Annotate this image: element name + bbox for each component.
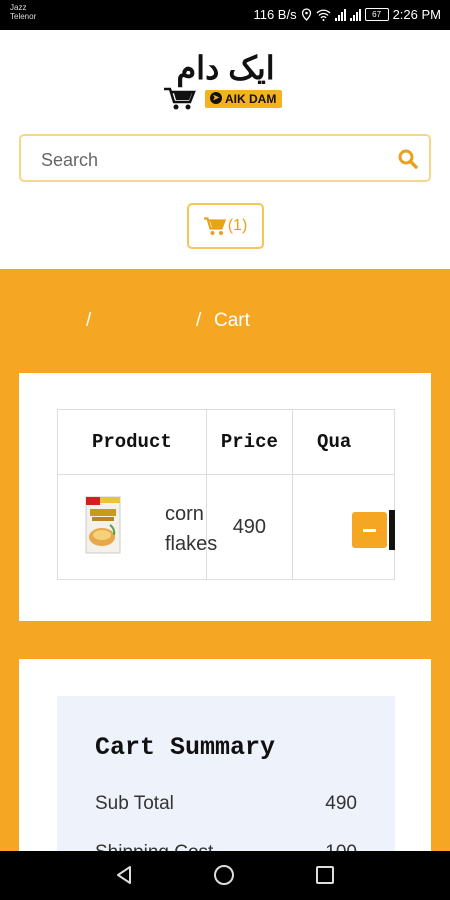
cart-summary-card: Cart Summary Sub Total 490 Shipping Cost… — [19, 659, 431, 876]
summary-title: Cart Summary — [95, 733, 276, 762]
carrier-telenor: Telenor — [10, 12, 37, 21]
decrease-quantity-button[interactable] — [352, 512, 387, 548]
product-thumbnail[interactable] — [84, 495, 122, 557]
network-speed: 116 B/s — [253, 7, 297, 22]
carrier-label: Jazz Telenor — [10, 3, 36, 21]
cart-table-card: Product Price Qua 490 corn flakes — [19, 373, 431, 621]
cursor-icon: ➤ — [210, 92, 222, 104]
signal-icon — [349, 8, 361, 21]
breadcrumb-current: Cart — [214, 310, 250, 331]
quantity-input[interactable] — [389, 510, 395, 550]
table-header-row: Product Price Qua — [57, 409, 395, 475]
column-header-price: Price — [205, 409, 294, 475]
carrier-jazz: Jazz — [10, 3, 27, 12]
logo-urdu-text: ایک دام — [176, 50, 275, 86]
system-nav-bar — [0, 851, 450, 900]
cart-icon — [203, 216, 226, 235]
sub-total-value: 490 — [325, 793, 357, 814]
clock: 2:26 PM — [392, 7, 441, 22]
signal-icon — [334, 8, 346, 21]
status-bar: Jazz Telenor 116 B/s 67 2:26 PM — [0, 0, 450, 30]
product-name[interactable]: corn flakes — [165, 499, 225, 559]
home-icon[interactable] — [214, 865, 234, 885]
back-icon[interactable] — [115, 865, 135, 885]
recent-apps-icon[interactable] — [316, 866, 334, 884]
battery-level: 67 — [372, 10, 382, 19]
column-header-quantity: Qua — [292, 409, 395, 475]
cart-count: (1) — [227, 217, 248, 234]
wifi-icon — [316, 9, 331, 21]
breadcrumb-separator: / — [86, 310, 92, 331]
site-logo[interactable]: ایک دام ➤ AIK DAM — [153, 48, 298, 112]
minus-icon — [363, 528, 376, 532]
logo-english-text: AIK DAM — [225, 92, 277, 106]
status-icons: 116 B/s 67 2:26 PM — [253, 7, 441, 22]
battery-icon: 67 — [364, 8, 389, 21]
search-icon[interactable] — [397, 148, 419, 170]
cart-table-scroll[interactable]: Product Price Qua 490 corn flakes — [57, 409, 395, 584]
search-bar — [19, 134, 431, 182]
location-icon — [301, 8, 311, 21]
cart-summary: Cart Summary Sub Total 490 Shipping Cost… — [57, 696, 395, 876]
column-header-quantity-label: Qua — [317, 431, 352, 453]
logo-badge: ➤ AIK DAM — [205, 90, 283, 108]
search-input[interactable] — [39, 146, 383, 174]
cart-logo-icon — [164, 87, 196, 110]
breadcrumb-separator: / — [196, 310, 202, 331]
cart-button[interactable]: (1) — [187, 203, 264, 249]
sub-total-label: Sub Total — [95, 793, 174, 814]
column-header-product: Product — [57, 409, 207, 475]
